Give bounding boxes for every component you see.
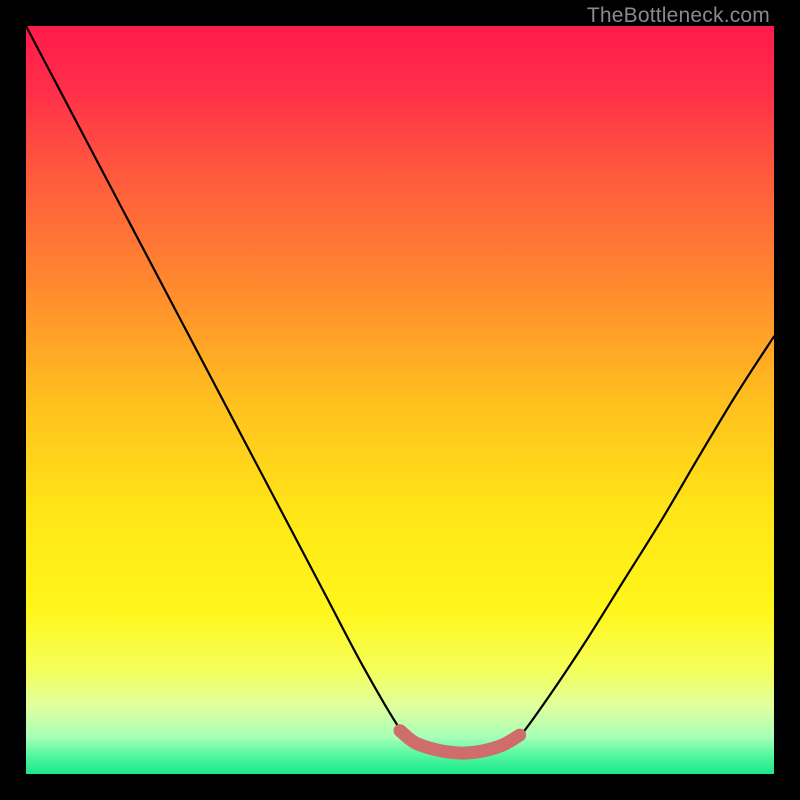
gradient-background (26, 26, 774, 774)
watermark-text: TheBottleneck.com (587, 4, 770, 28)
bottleneck-chart (26, 26, 774, 774)
chart-frame (26, 26, 774, 774)
